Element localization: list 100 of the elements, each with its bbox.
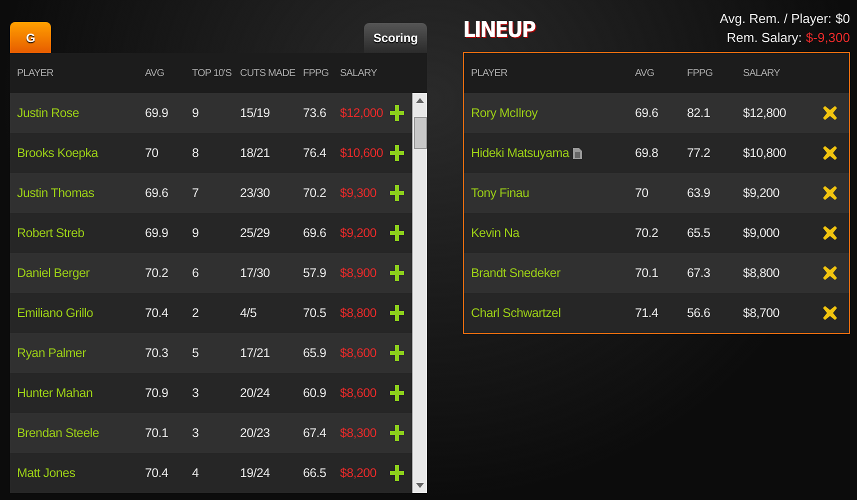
table-cell-text: 20/23 — [240, 426, 271, 440]
table-cell-text: 70.1 — [635, 266, 660, 280]
table-cell-text: 71.4 — [635, 306, 660, 320]
scroll-down-icon[interactable] — [416, 483, 424, 489]
table-cell-text: 5 — [192, 346, 200, 360]
table-cell-text: 70.9 — [145, 386, 170, 400]
player-name[interactable]: Rory McIlroy — [471, 106, 538, 120]
table-cell-text: 17/30 — [240, 266, 271, 280]
stat-value: $-9,300 — [806, 30, 850, 45]
table-cell-text: 15/19 — [240, 106, 271, 120]
table-cell-text: 25/29 — [240, 226, 271, 240]
stat-label: Rem. Salary: — [726, 30, 802, 45]
player-name[interactable]: Brendan Steele — [17, 426, 145, 440]
salary-cell-text: $8,800 — [340, 306, 378, 320]
player-name[interactable]: Matt Jones — [17, 466, 145, 480]
salary-cell-text: $8,800 — [743, 266, 780, 280]
player-name[interactable]: Daniel Berger — [17, 266, 145, 280]
add-icon[interactable] — [390, 305, 404, 321]
column-header[interactable]: PLAYER — [17, 68, 145, 78]
table-cell-text: 69.9 — [145, 226, 170, 240]
remove-icon[interactable] — [823, 106, 837, 120]
player-name[interactable]: Emiliano Grillo — [17, 306, 145, 320]
salary-cell-text: $10,600 — [340, 146, 384, 160]
remove-icon[interactable] — [823, 306, 837, 320]
table-cell-text: 70.3 — [145, 346, 170, 360]
salary-cell-text: $12,800 — [743, 106, 788, 120]
table-cell-text: 66.5 — [303, 466, 328, 480]
table-cell-text: 76.4 — [303, 146, 328, 160]
salary-cell-text: $8,900 — [340, 266, 378, 280]
add-icon[interactable] — [390, 185, 404, 201]
tab[interactable]: Scoring — [364, 23, 427, 53]
table-cell-text: 73.6 — [303, 106, 328, 120]
table-cell-text: 20/24 — [240, 386, 271, 400]
player-name[interactable]: Kevin Na — [471, 226, 520, 240]
table-cell-text: 77.2 — [687, 146, 712, 160]
column-header[interactable]: SALARY — [340, 68, 390, 78]
salary-cell-text: $9,000 — [743, 226, 780, 240]
stat-value: $0 — [836, 11, 850, 26]
player-name[interactable]: Hideki Matsuyama — [471, 146, 570, 160]
table-cell-text: 67.4 — [303, 426, 328, 440]
table-cell-text: 9 — [192, 106, 200, 120]
table-cell-text: 63.9 — [687, 186, 712, 200]
table-cell-text: 70.2 — [635, 226, 660, 240]
table-cell-text: 69.6 — [635, 106, 660, 120]
table-cell-text: 57.9 — [303, 266, 328, 280]
table-cell-text: 70 — [145, 146, 160, 160]
table-cell-text: 65.5 — [687, 226, 712, 240]
add-icon[interactable] — [390, 465, 404, 481]
column-header[interactable]: CUTS MADE — [240, 68, 303, 78]
add-icon[interactable] — [390, 385, 404, 401]
player-name[interactable]: Justin Rose — [17, 106, 145, 120]
table-cell-text: 70.4 — [145, 466, 170, 480]
table-cell-text: 70.2 — [145, 266, 170, 280]
table-cell-text: 69.9 — [145, 106, 170, 120]
column-header[interactable]: FPPG — [303, 68, 340, 78]
player-name[interactable]: Brandt Snedeker — [471, 266, 560, 280]
table-cell-text: 70 — [635, 186, 650, 200]
salary-cell-text: $8,300 — [340, 426, 378, 440]
player-name[interactable]: Justin Thomas — [17, 186, 145, 200]
salary-cell-text: $10,800 — [743, 146, 788, 160]
table-cell-text: 9 — [192, 226, 200, 240]
table-cell-text: 2 — [192, 306, 200, 320]
salary-cell-text: $9,200 — [340, 226, 378, 240]
note-icon[interactable] — [573, 148, 582, 158]
salary-cell-text: $8,600 — [340, 346, 378, 360]
table-cell-text: 19/24 — [240, 466, 271, 480]
table-cell-text: 70.4 — [145, 306, 170, 320]
table-cell-text: 82.1 — [687, 106, 712, 120]
table-cell-text: 7 — [192, 186, 200, 200]
remove-icon[interactable] — [823, 266, 837, 280]
remove-icon[interactable] — [823, 146, 837, 160]
table-cell-text: 6 — [192, 266, 200, 280]
scroll-thumb[interactable] — [414, 117, 426, 149]
table-cell-text: 70.1 — [145, 426, 170, 440]
player-name[interactable]: Tony Finau — [471, 186, 530, 200]
scrollbar[interactable] — [412, 93, 427, 493]
player-name[interactable]: Robert Streb — [17, 226, 145, 240]
add-icon[interactable] — [390, 345, 404, 361]
add-icon[interactable] — [390, 265, 404, 281]
table-cell-text: 17/21 — [240, 346, 271, 360]
player-name[interactable]: Charl Schwartzel — [471, 306, 561, 320]
player-name[interactable]: Hunter Mahan — [17, 386, 145, 400]
lineup-title: LINEUP — [463, 18, 535, 43]
scroll-up-icon[interactable] — [416, 97, 424, 103]
table-cell-text: 18/21 — [240, 146, 271, 160]
column-header[interactable]: AVG — [145, 68, 192, 78]
table-cell-text: 3 — [192, 426, 200, 440]
remove-icon[interactable] — [823, 186, 837, 200]
column-header[interactable]: TOP 10'S — [192, 68, 240, 78]
salary-cell-text: $8,200 — [340, 466, 378, 480]
remove-icon[interactable] — [823, 226, 837, 240]
player-name[interactable]: Brooks Koepka — [17, 146, 145, 160]
table-cell-text: 67.3 — [687, 266, 712, 280]
add-icon[interactable] — [390, 145, 404, 161]
stat-label: Avg. Rem. / Player: — [720, 11, 832, 26]
column-header: AVG — [635, 68, 656, 78]
add-icon[interactable] — [390, 105, 404, 121]
player-name[interactable]: Ryan Palmer — [17, 346, 145, 360]
add-icon[interactable] — [390, 225, 404, 241]
add-icon[interactable] — [390, 425, 404, 441]
